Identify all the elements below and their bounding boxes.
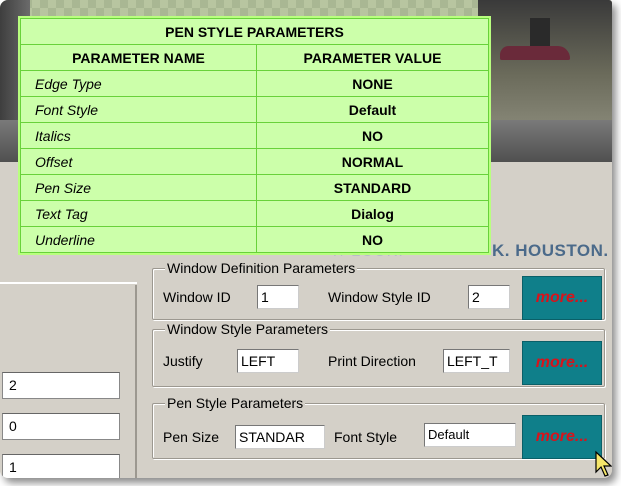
param-value: Dialog [256,200,489,227]
window-style-more-button[interactable]: more... [522,341,602,385]
pen-size-label: Pen Size [163,429,220,445]
column-header-value: PARAMETER VALUE [256,44,489,71]
window-style-legend: Window Style Parameters [165,321,331,337]
pen-style-parameters-table: PEN STYLE PARAMETERS PARAMETER NAME PARA… [20,18,489,253]
table-row: Edge Type NONE [20,70,489,97]
video-figure-leg [530,18,550,48]
param-name: Edge Type [20,70,257,97]
table-header-row: PARAMETER NAME PARAMETER VALUE [20,44,489,71]
param-value: NONE [256,70,489,97]
left-field-2[interactable]: 0 [2,413,120,440]
print-direction-input[interactable]: LEFT_T [443,349,510,373]
param-value: NORMAL [256,148,489,175]
print-direction-label: Print Direction [328,353,416,369]
mouse-pointer-icon [595,450,612,477]
video-figure-shoe [500,46,570,60]
param-value: NO [256,122,489,149]
table-row: Pen Size STANDARD [20,174,489,201]
param-value: NO [256,226,489,253]
left-field-1[interactable]: 2 [2,372,120,399]
window-id-label: Window ID [163,289,231,305]
param-name: Italics [20,122,257,149]
param-name: Offset [20,148,257,175]
table-row: Underline NO [20,226,489,253]
left-field-3[interactable]: 1 [2,454,120,478]
column-header-name: PARAMETER NAME [20,44,257,71]
param-name: Font Style [20,96,257,123]
pen-style-more-button[interactable]: more... [522,415,602,459]
param-name: Pen Size [20,174,257,201]
table-row: Text Tag Dialog [20,200,489,227]
param-name: Text Tag [20,200,257,227]
window-style-id-input[interactable]: 2 [468,285,510,309]
pen-size-input[interactable]: STANDAR [235,425,325,449]
left-panel-divider [0,282,137,284]
font-style-label: Font Style [334,429,398,445]
table-row: Italics NO [20,122,489,149]
table-title-row: PEN STYLE PARAMETERS [20,18,489,45]
param-name: Underline [20,226,257,253]
justify-label: Justify [163,353,203,369]
pen-style-legend: Pen Style Parameters [165,395,306,411]
caption-text: K. HOUSTON. [492,241,609,260]
justify-input[interactable]: LEFT [237,349,299,373]
table-title: PEN STYLE PARAMETERS [20,18,489,45]
font-style-input[interactable]: Default [424,423,516,447]
window-id-input[interactable]: 1 [257,285,299,309]
param-value: Default [256,96,489,123]
window-definition-more-button[interactable]: more... [522,276,602,320]
table-row: Font Style Default [20,96,489,123]
window-definition-legend: Window Definition Parameters [165,260,358,276]
app-window: T/ 2UUK. K. HOUSTON. 2 0 1 Window Defini… [0,0,612,478]
param-value: STANDARD [256,174,489,201]
window-style-id-label: Window Style ID [328,289,431,305]
table-row: Offset NORMAL [20,148,489,175]
